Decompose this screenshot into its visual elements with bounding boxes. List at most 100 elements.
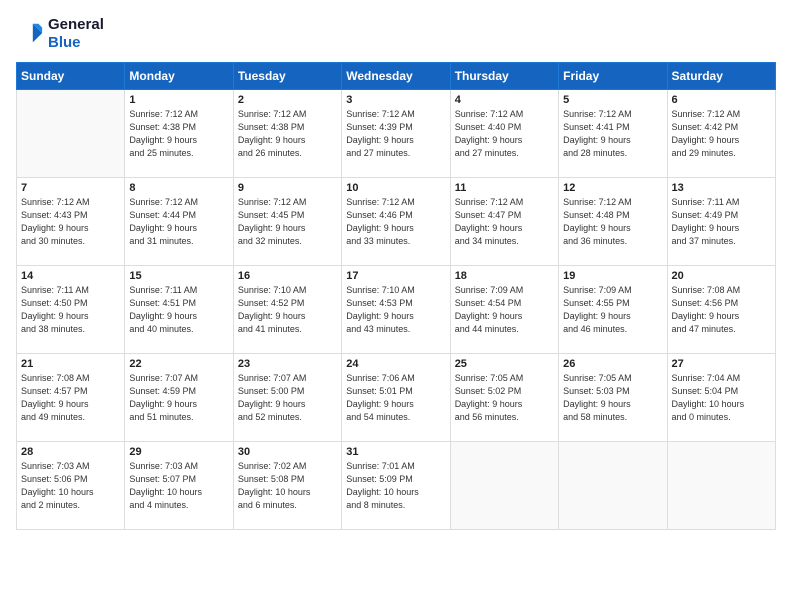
- calendar-cell: 8 Sunrise: 7:12 AMSunset: 4:44 PMDaylight…: [125, 178, 233, 266]
- cell-info: Sunrise: 7:12 AMSunset: 4:38 PMDaylight:…: [238, 108, 337, 160]
- calendar-cell: 7Sunrise: 7:12 AMSunset: 4:43 PMDaylight…: [17, 178, 125, 266]
- day-number: 30: [238, 446, 337, 458]
- calendar-cell: 5Sunrise: 7:12 AMSunset: 4:41 PMDaylight…: [559, 90, 667, 178]
- header-day-friday: Friday: [559, 63, 667, 90]
- day-number: 9: [238, 182, 337, 194]
- cell-info: Sunrise: 7:06 AMSunset: 5:01 PMDaylight:…: [346, 372, 445, 424]
- logo: General Blue: [16, 16, 104, 52]
- week-row-4: 28 Sunrise: 7:03 AMSunset: 5:06 PMDayligh…: [17, 442, 776, 530]
- cell-info: Sunrise: 7:11 AMSunset: 4:49 PMDaylight:…: [672, 196, 771, 248]
- calendar-cell: [17, 90, 125, 178]
- calendar-cell: [559, 442, 667, 530]
- calendar-cell: 17Sunrise: 7:10 AMSunset: 4:53 PMDayligh…: [342, 266, 450, 354]
- logo-text: General Blue: [48, 16, 104, 52]
- header: General Blue: [16, 16, 776, 52]
- calendar-cell: 31 Sunrise: 7:01 AMSunset: 5:09 PMDayligh…: [342, 442, 450, 530]
- calendar-cell: 3 Sunrise: 7:12 AMSunset: 4:39 PMDaylight…: [342, 90, 450, 178]
- cell-info: Sunrise: 7:05 AMSunset: 5:03 PMDaylight:…: [563, 372, 662, 424]
- calendar-body: 1 Sunrise: 7:12 AMSunset: 4:38 PMDaylight…: [17, 90, 776, 530]
- calendar-cell: 14Sunrise: 7:11 AMSunset: 4:50 PMDayligh…: [17, 266, 125, 354]
- cell-info: Sunrise: 7:12 AMSunset: 4:41 PMDaylight:…: [563, 108, 662, 160]
- calendar-cell: 18 Sunrise: 7:09 AMSunset: 4:54 PMDayligh…: [450, 266, 558, 354]
- cell-info: Sunrise: 7:12 AMSunset: 4:42 PMDaylight:…: [672, 108, 771, 160]
- cell-info: Sunrise: 7:08 AMSunset: 4:57 PMDaylight:…: [21, 372, 120, 424]
- cell-info: Sunrise: 7:05 AMSunset: 5:02 PMDaylight:…: [455, 372, 554, 424]
- cell-info: Sunrise: 7:11 AMSunset: 4:51 PMDaylight:…: [129, 284, 228, 336]
- calendar-cell: 19 Sunrise: 7:09 AMSunset: 4:55 PMDayligh…: [559, 266, 667, 354]
- week-row-0: 1 Sunrise: 7:12 AMSunset: 4:38 PMDaylight…: [17, 90, 776, 178]
- calendar-cell: 15 Sunrise: 7:11 AMSunset: 4:51 PMDayligh…: [125, 266, 233, 354]
- calendar-cell: 23Sunrise: 7:07 AMSunset: 5:00 PMDayligh…: [233, 354, 341, 442]
- calendar-cell: [667, 442, 775, 530]
- calendar-table: SundayMondayTuesdayWednesdayThursdayFrid…: [16, 62, 776, 530]
- calendar-cell: 9 Sunrise: 7:12 AMSunset: 4:45 PMDaylight…: [233, 178, 341, 266]
- calendar-cell: 30 Sunrise: 7:02 AMSunset: 5:08 PMDayligh…: [233, 442, 341, 530]
- cell-info: Sunrise: 7:12 AMSunset: 4:44 PMDaylight:…: [129, 196, 228, 248]
- week-row-3: 21 Sunrise: 7:08 AMSunset: 4:57 PMDayligh…: [17, 354, 776, 442]
- cell-info: Sunrise: 7:03 AMSunset: 5:07 PMDaylight:…: [129, 460, 228, 512]
- day-number: 26: [563, 358, 662, 370]
- day-number: 21: [21, 358, 120, 370]
- day-number: 12: [563, 182, 662, 194]
- week-row-1: 7Sunrise: 7:12 AMSunset: 4:43 PMDaylight…: [17, 178, 776, 266]
- calendar-cell: 26 Sunrise: 7:05 AMSunset: 5:03 PMDayligh…: [559, 354, 667, 442]
- calendar-cell: 2Sunrise: 7:12 AMSunset: 4:38 PMDaylight…: [233, 90, 341, 178]
- calendar-cell: 12 Sunrise: 7:12 AMSunset: 4:48 PMDayligh…: [559, 178, 667, 266]
- day-number: 20: [672, 270, 771, 282]
- cell-info: Sunrise: 7:12 AMSunset: 4:39 PMDaylight:…: [346, 108, 445, 160]
- day-number: 29: [129, 446, 228, 458]
- cell-info: Sunrise: 7:12 AMSunset: 4:48 PMDaylight:…: [563, 196, 662, 248]
- cell-info: Sunrise: 7:12 AMSunset: 4:40 PMDaylight:…: [455, 108, 554, 160]
- cell-info: Sunrise: 7:12 AMSunset: 4:38 PMDaylight:…: [129, 108, 228, 160]
- day-number: 13: [672, 182, 771, 194]
- header-day-sunday: Sunday: [17, 63, 125, 90]
- cell-info: Sunrise: 7:09 AMSunset: 4:54 PMDaylight:…: [455, 284, 554, 336]
- day-number: 28: [21, 446, 120, 458]
- cell-info: Sunrise: 7:11 AMSunset: 4:50 PMDaylight:…: [21, 284, 120, 336]
- day-number: 1: [129, 94, 228, 106]
- cell-info: Sunrise: 7:12 AMSunset: 4:46 PMDaylight:…: [346, 196, 445, 248]
- day-number: 23: [238, 358, 337, 370]
- calendar-cell: 24 Sunrise: 7:06 AMSunset: 5:01 PMDayligh…: [342, 354, 450, 442]
- cell-info: Sunrise: 7:03 AMSunset: 5:06 PMDaylight:…: [21, 460, 120, 512]
- cell-info: Sunrise: 7:07 AMSunset: 4:59 PMDaylight:…: [129, 372, 228, 424]
- day-number: 31: [346, 446, 445, 458]
- day-number: 18: [455, 270, 554, 282]
- day-number: 17: [346, 270, 445, 282]
- day-number: 3: [346, 94, 445, 106]
- calendar-cell: 11Sunrise: 7:12 AMSunset: 4:47 PMDayligh…: [450, 178, 558, 266]
- header-day-monday: Monday: [125, 63, 233, 90]
- calendar-cell: 1 Sunrise: 7:12 AMSunset: 4:38 PMDaylight…: [125, 90, 233, 178]
- header-day-tuesday: Tuesday: [233, 63, 341, 90]
- header-day-saturday: Saturday: [667, 63, 775, 90]
- calendar-cell: 28 Sunrise: 7:03 AMSunset: 5:06 PMDayligh…: [17, 442, 125, 530]
- calendar-cell: [450, 442, 558, 530]
- week-row-2: 14Sunrise: 7:11 AMSunset: 4:50 PMDayligh…: [17, 266, 776, 354]
- day-number: 27: [672, 358, 771, 370]
- day-number: 10: [346, 182, 445, 194]
- day-number: 16: [238, 270, 337, 282]
- cell-info: Sunrise: 7:12 AMSunset: 4:43 PMDaylight:…: [21, 196, 120, 248]
- header-day-thursday: Thursday: [450, 63, 558, 90]
- calendar-cell: 6Sunrise: 7:12 AMSunset: 4:42 PMDaylight…: [667, 90, 775, 178]
- day-number: 11: [455, 182, 554, 194]
- page: General Blue SundayMondayTuesdayWednesda…: [0, 0, 792, 612]
- day-number: 24: [346, 358, 445, 370]
- calendar-cell: 20 Sunrise: 7:08 AMSunset: 4:56 PMDayligh…: [667, 266, 775, 354]
- calendar-cell: 29 Sunrise: 7:03 AMSunset: 5:07 PMDayligh…: [125, 442, 233, 530]
- cell-info: Sunrise: 7:08 AMSunset: 4:56 PMDaylight:…: [672, 284, 771, 336]
- calendar-cell: 4Sunrise: 7:12 AMSunset: 4:40 PMDaylight…: [450, 90, 558, 178]
- day-number: 15: [129, 270, 228, 282]
- logo-icon: [16, 20, 44, 48]
- cell-info: Sunrise: 7:12 AMSunset: 4:45 PMDaylight:…: [238, 196, 337, 248]
- calendar-cell: 13 Sunrise: 7:11 AMSunset: 4:49 PMDayligh…: [667, 178, 775, 266]
- cell-info: Sunrise: 7:01 AMSunset: 5:09 PMDaylight:…: [346, 460, 445, 512]
- calendar-cell: 27Sunrise: 7:04 AMSunset: 5:04 PMDayligh…: [667, 354, 775, 442]
- calendar-cell: 10 Sunrise: 7:12 AMSunset: 4:46 PMDayligh…: [342, 178, 450, 266]
- header-day-wednesday: Wednesday: [342, 63, 450, 90]
- cell-info: Sunrise: 7:09 AMSunset: 4:55 PMDaylight:…: [563, 284, 662, 336]
- cell-info: Sunrise: 7:02 AMSunset: 5:08 PMDaylight:…: [238, 460, 337, 512]
- day-number: 19: [563, 270, 662, 282]
- day-number: 8: [129, 182, 228, 194]
- calendar-cell: 22Sunrise: 7:07 AMSunset: 4:59 PMDayligh…: [125, 354, 233, 442]
